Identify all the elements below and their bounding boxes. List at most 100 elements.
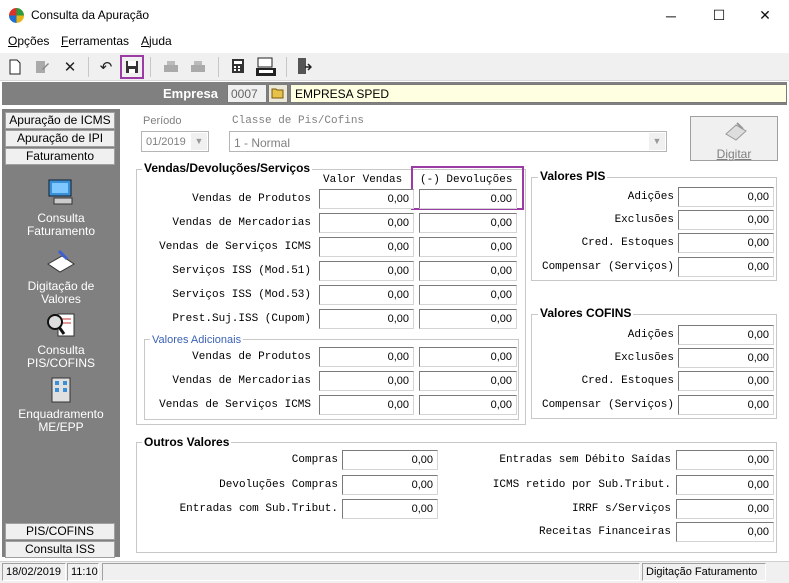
minimize-button[interactable]: ─ xyxy=(648,0,694,31)
adicional-devol-field[interactable]: 0,00 xyxy=(419,371,517,391)
sidebar-item-consulta-pis-cofins[interactable]: Consulta PIS/COFINS xyxy=(4,310,118,370)
chevron-down-icon: ▼ xyxy=(191,133,207,150)
toolbar-separator xyxy=(150,57,151,77)
pis-title: Valores PIS xyxy=(538,169,608,183)
valor-vendas-field[interactable]: 0,00 xyxy=(319,237,414,257)
pis-value-field[interactable]: 0,00 xyxy=(678,233,774,253)
sidebar-item-consulta-faturamento[interactable]: Consulta Faturamento xyxy=(4,178,118,238)
adicional-devol-field[interactable]: 0,00 xyxy=(419,347,517,367)
outros-right-field[interactable]: 0,00 xyxy=(676,499,774,519)
col-devolucoes: (-) Devoluções xyxy=(420,174,513,186)
print-preview-icon[interactable] xyxy=(187,56,209,78)
exit-door-icon[interactable] xyxy=(293,56,315,78)
outros-right-field[interactable]: 0,00 xyxy=(676,475,774,495)
delete-icon[interactable]: ✕ xyxy=(59,56,81,78)
status-message: Digitação Faturamento xyxy=(642,563,766,581)
cofins-value-field[interactable]: 0,00 xyxy=(678,371,774,391)
menu-opcoes[interactable]: Opções xyxy=(8,34,49,48)
close-button[interactable]: ✕ xyxy=(742,0,788,31)
undo-icon[interactable]: ↶ xyxy=(95,56,117,78)
edit-icon[interactable] xyxy=(31,56,53,78)
adicionais-row-label: Vendas de Mercadorias xyxy=(172,375,311,387)
pis-row-label: Compensar (Serviços) xyxy=(541,261,674,273)
sidebar-tab-apuracao-ipi[interactable]: Apuração de IPI xyxy=(5,130,115,147)
toolbar xyxy=(0,53,789,81)
outros-right-field[interactable]: 0,00 xyxy=(676,450,774,470)
pis-row-label: Cred. Estoques xyxy=(581,237,674,249)
cofins-value-field[interactable]: 0,00 xyxy=(678,325,774,345)
cofins-value-field[interactable]: 0,00 xyxy=(678,395,774,415)
adicional-valor-field[interactable]: 0,00 xyxy=(319,395,414,415)
devolucoes-field[interactable]: 0,00 xyxy=(419,309,517,329)
outros-title: Outros Valores xyxy=(142,435,232,449)
vendas-row-label: Prest.Suj.ISS (Cupom) xyxy=(172,313,311,325)
adicional-valor-field[interactable]: 0,00 xyxy=(319,371,414,391)
empresa-code-field[interactable]: 0007 xyxy=(227,84,267,103)
sidebar-tab-faturamento[interactable]: Faturamento xyxy=(5,148,115,165)
outros-right-label: Receitas Financeiras xyxy=(538,526,671,538)
col-valor-vendas: Valor Vendas xyxy=(323,174,403,186)
outros-right-label: IRRF s/Serviços xyxy=(571,503,671,515)
new-document-icon[interactable] xyxy=(4,56,26,78)
pis-value-field[interactable]: 0,00 xyxy=(678,210,774,230)
sidebar-tab-pis-cofins[interactable]: PIS/COFINS xyxy=(5,523,115,540)
digitar-button[interactable]: Digitar xyxy=(690,116,778,161)
devolucoes-field[interactable]: 0.00 xyxy=(419,189,517,209)
hand-pen-icon xyxy=(723,120,749,145)
adicional-valor-field[interactable]: 0,00 xyxy=(319,347,414,367)
periodo-select[interactable]: 01/2019 ▼ xyxy=(141,131,209,152)
menu-ajuda[interactable]: Ajuda xyxy=(141,34,172,48)
sidebar-tab-apuracao-icms[interactable]: Apuração de ICMS xyxy=(5,112,115,129)
sidebar-item-enquadramento[interactable]: Enquadramento ME/EPP xyxy=(4,374,118,434)
save-icon[interactable] xyxy=(120,55,144,79)
adicionais-row-label: Vendas de Produtos xyxy=(192,351,311,363)
toolbar-separator xyxy=(218,57,219,77)
devolucoes-field[interactable]: 0,00 xyxy=(419,237,517,257)
cofins-value-field[interactable]: 0,00 xyxy=(678,348,774,368)
chevron-down-icon: ▼ xyxy=(649,133,665,150)
sidebar-tab-consulta-iss[interactable]: Consulta ISS xyxy=(5,541,115,558)
devolucoes-field[interactable]: 0,00 xyxy=(419,285,517,305)
outros-left-field[interactable]: 0,00 xyxy=(342,499,438,519)
toolbar-separator xyxy=(286,57,287,77)
empresa-name-field: EMPRESA SPED xyxy=(290,84,787,103)
vendas-row-label: Vendas de Mercadorias xyxy=(172,217,311,229)
pen-paper-icon xyxy=(44,246,78,276)
sidebar-item-digitacao-valores[interactable]: Digitação de Valores xyxy=(4,246,118,306)
classe-select[interactable]: 1 - Normal ▼ xyxy=(229,131,667,152)
adicionais-row-label: Vendas de Serviços ICMS xyxy=(159,399,311,411)
devolucoes-field[interactable]: 0,00 xyxy=(419,261,517,281)
maximize-button[interactable]: ☐ xyxy=(696,0,742,31)
cofins-row-label: Cred. Estoques xyxy=(581,375,674,387)
valor-vendas-field[interactable]: 0,00 xyxy=(319,309,414,329)
building-icon xyxy=(44,374,78,404)
outros-left-field[interactable]: 0,00 xyxy=(342,450,438,470)
adicional-devol-field[interactable]: 0,00 xyxy=(419,395,517,415)
empresa-label: Empresa xyxy=(163,86,218,101)
devolucoes-field[interactable]: 0,00 xyxy=(419,213,517,233)
pis-row-label: Exclusões xyxy=(614,214,674,226)
valor-vendas-field[interactable]: 0,00 xyxy=(319,285,414,305)
outros-right-label: ICMS retido por Sub.Tribut. xyxy=(492,479,671,491)
valor-vendas-field[interactable]: 0,00 xyxy=(319,189,414,209)
valor-vendas-field[interactable]: 0,00 xyxy=(319,213,414,233)
cofins-row-label: Adições xyxy=(627,329,674,341)
outros-right-field[interactable]: 0,00 xyxy=(676,522,774,542)
print-icon[interactable] xyxy=(160,56,182,78)
status-empty xyxy=(102,563,640,581)
valor-vendas-field[interactable]: 0,00 xyxy=(319,261,414,281)
pis-value-field[interactable]: 0,00 xyxy=(678,257,774,277)
report-icon[interactable] xyxy=(255,56,277,78)
calculator-icon[interactable] xyxy=(228,56,250,78)
cofins-row-label: Compensar (Serviços) xyxy=(541,399,674,411)
open-folder-icon[interactable] xyxy=(268,84,288,103)
outros-left-label: Devoluções Compras xyxy=(219,479,338,491)
window-title: Consulta da Apuração xyxy=(31,8,150,22)
cofins-row-label: Exclusões xyxy=(614,352,674,364)
status-date: 18/02/2019 xyxy=(2,563,66,581)
toolbar-separator xyxy=(88,57,89,77)
menu-ferramentas[interactable]: Ferramentas xyxy=(61,34,129,48)
classe-label: Classe de Pis/Cofins xyxy=(232,115,365,127)
outros-left-field[interactable]: 0,00 xyxy=(342,475,438,495)
pis-value-field[interactable]: 0,00 xyxy=(678,187,774,207)
